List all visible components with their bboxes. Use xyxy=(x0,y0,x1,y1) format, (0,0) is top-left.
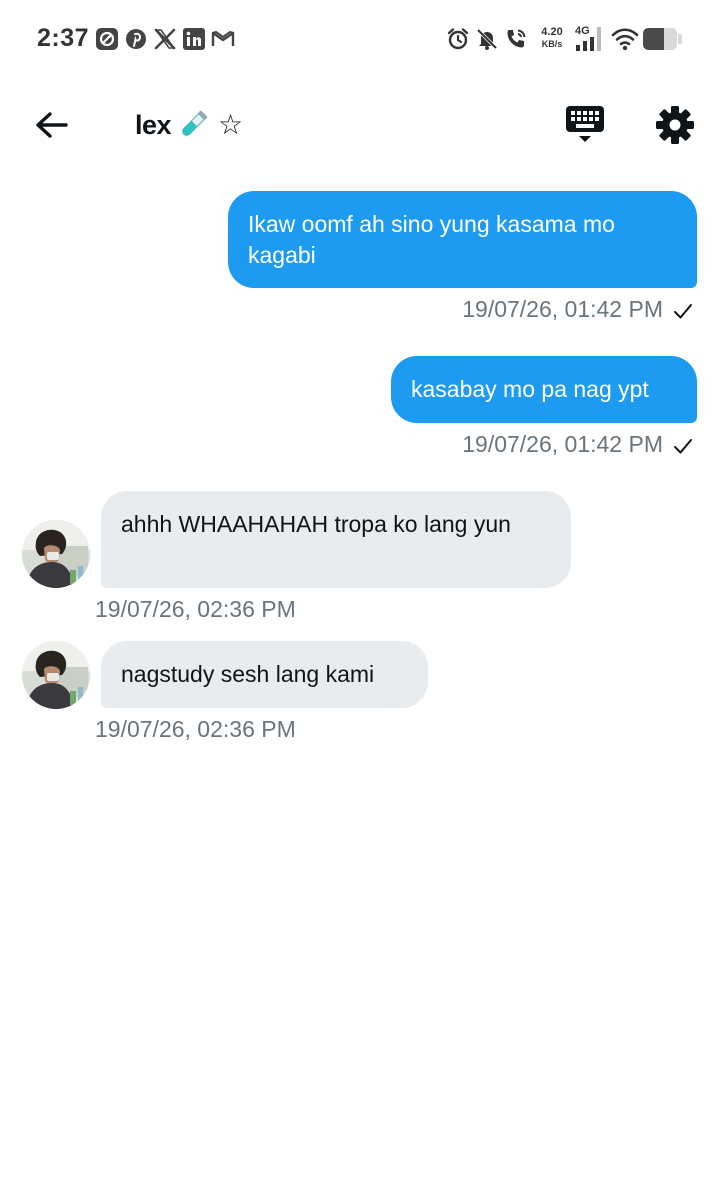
signal-icon: 4G xyxy=(575,25,605,53)
outgoing-message-bubble[interactable]: kasabay mo pa nag ypt xyxy=(391,356,697,423)
keyboard-icon xyxy=(566,106,604,142)
message-timestamp: 19/07/26, 01:42 PM xyxy=(462,296,663,322)
wifi-icon xyxy=(611,27,639,51)
check-icon xyxy=(672,300,694,322)
back-button[interactable] xyxy=(30,105,74,145)
x-icon xyxy=(153,27,177,51)
message-timestamp: 19/07/26, 02:36 PM xyxy=(95,596,296,622)
incoming-message-bubble[interactable]: ahhh WHAAHAHAH tropa ko lang yun xyxy=(101,491,571,588)
arrow-left-icon xyxy=(36,112,68,138)
linkedin-icon xyxy=(182,27,206,51)
status-time: 2:37 xyxy=(37,24,90,52)
pinterest-icon xyxy=(124,27,148,51)
avatar[interactable] xyxy=(22,520,90,588)
net-speed-value: 4.20 xyxy=(541,26,563,38)
conversation-header: lex ☆ xyxy=(0,90,720,160)
net-speed-unit: KB/s xyxy=(541,39,563,49)
gmail-icon xyxy=(211,27,235,51)
check-icon xyxy=(672,435,694,457)
incoming-message-bubble[interactable]: nagstudy sesh lang kami xyxy=(101,641,428,708)
contact-name[interactable]: lex xyxy=(135,110,172,141)
chat-screen: 2:37 4.20 KB/s 4G lex ☆ Ikaw oomf ah sin… xyxy=(0,0,720,1195)
battery-icon xyxy=(643,28,683,50)
alarm-icon xyxy=(446,27,470,51)
message-text: Ikaw oomf ah sino yung kasama mo kagabi xyxy=(248,211,615,268)
status-bar: 2:37 4.20 KB/s 4G xyxy=(0,0,720,80)
net-speed: 4.20 KB/s xyxy=(536,26,568,50)
message-text: nagstudy sesh lang kami xyxy=(121,661,375,687)
message-text: ahhh WHAAHAHAH tropa ko lang yun xyxy=(121,511,511,537)
message-timestamp: 19/07/26, 01:42 PM xyxy=(462,431,663,457)
star-icon: ☆ xyxy=(218,109,244,140)
message-text: kasabay mo pa nag ypt xyxy=(411,376,649,402)
settings-button[interactable] xyxy=(655,105,695,145)
outgoing-message-bubble[interactable]: Ikaw oomf ah sino yung kasama mo kagabi xyxy=(228,191,697,288)
keyboard-button[interactable] xyxy=(563,102,607,146)
muted-bell-icon xyxy=(475,27,499,51)
data-saver-icon xyxy=(95,27,119,51)
test-tube-icon xyxy=(176,108,210,142)
avatar[interactable] xyxy=(22,641,90,709)
message-timestamp: 19/07/26, 02:36 PM xyxy=(95,716,296,742)
wifi-calling-icon xyxy=(504,27,528,51)
gear-icon xyxy=(656,106,694,144)
